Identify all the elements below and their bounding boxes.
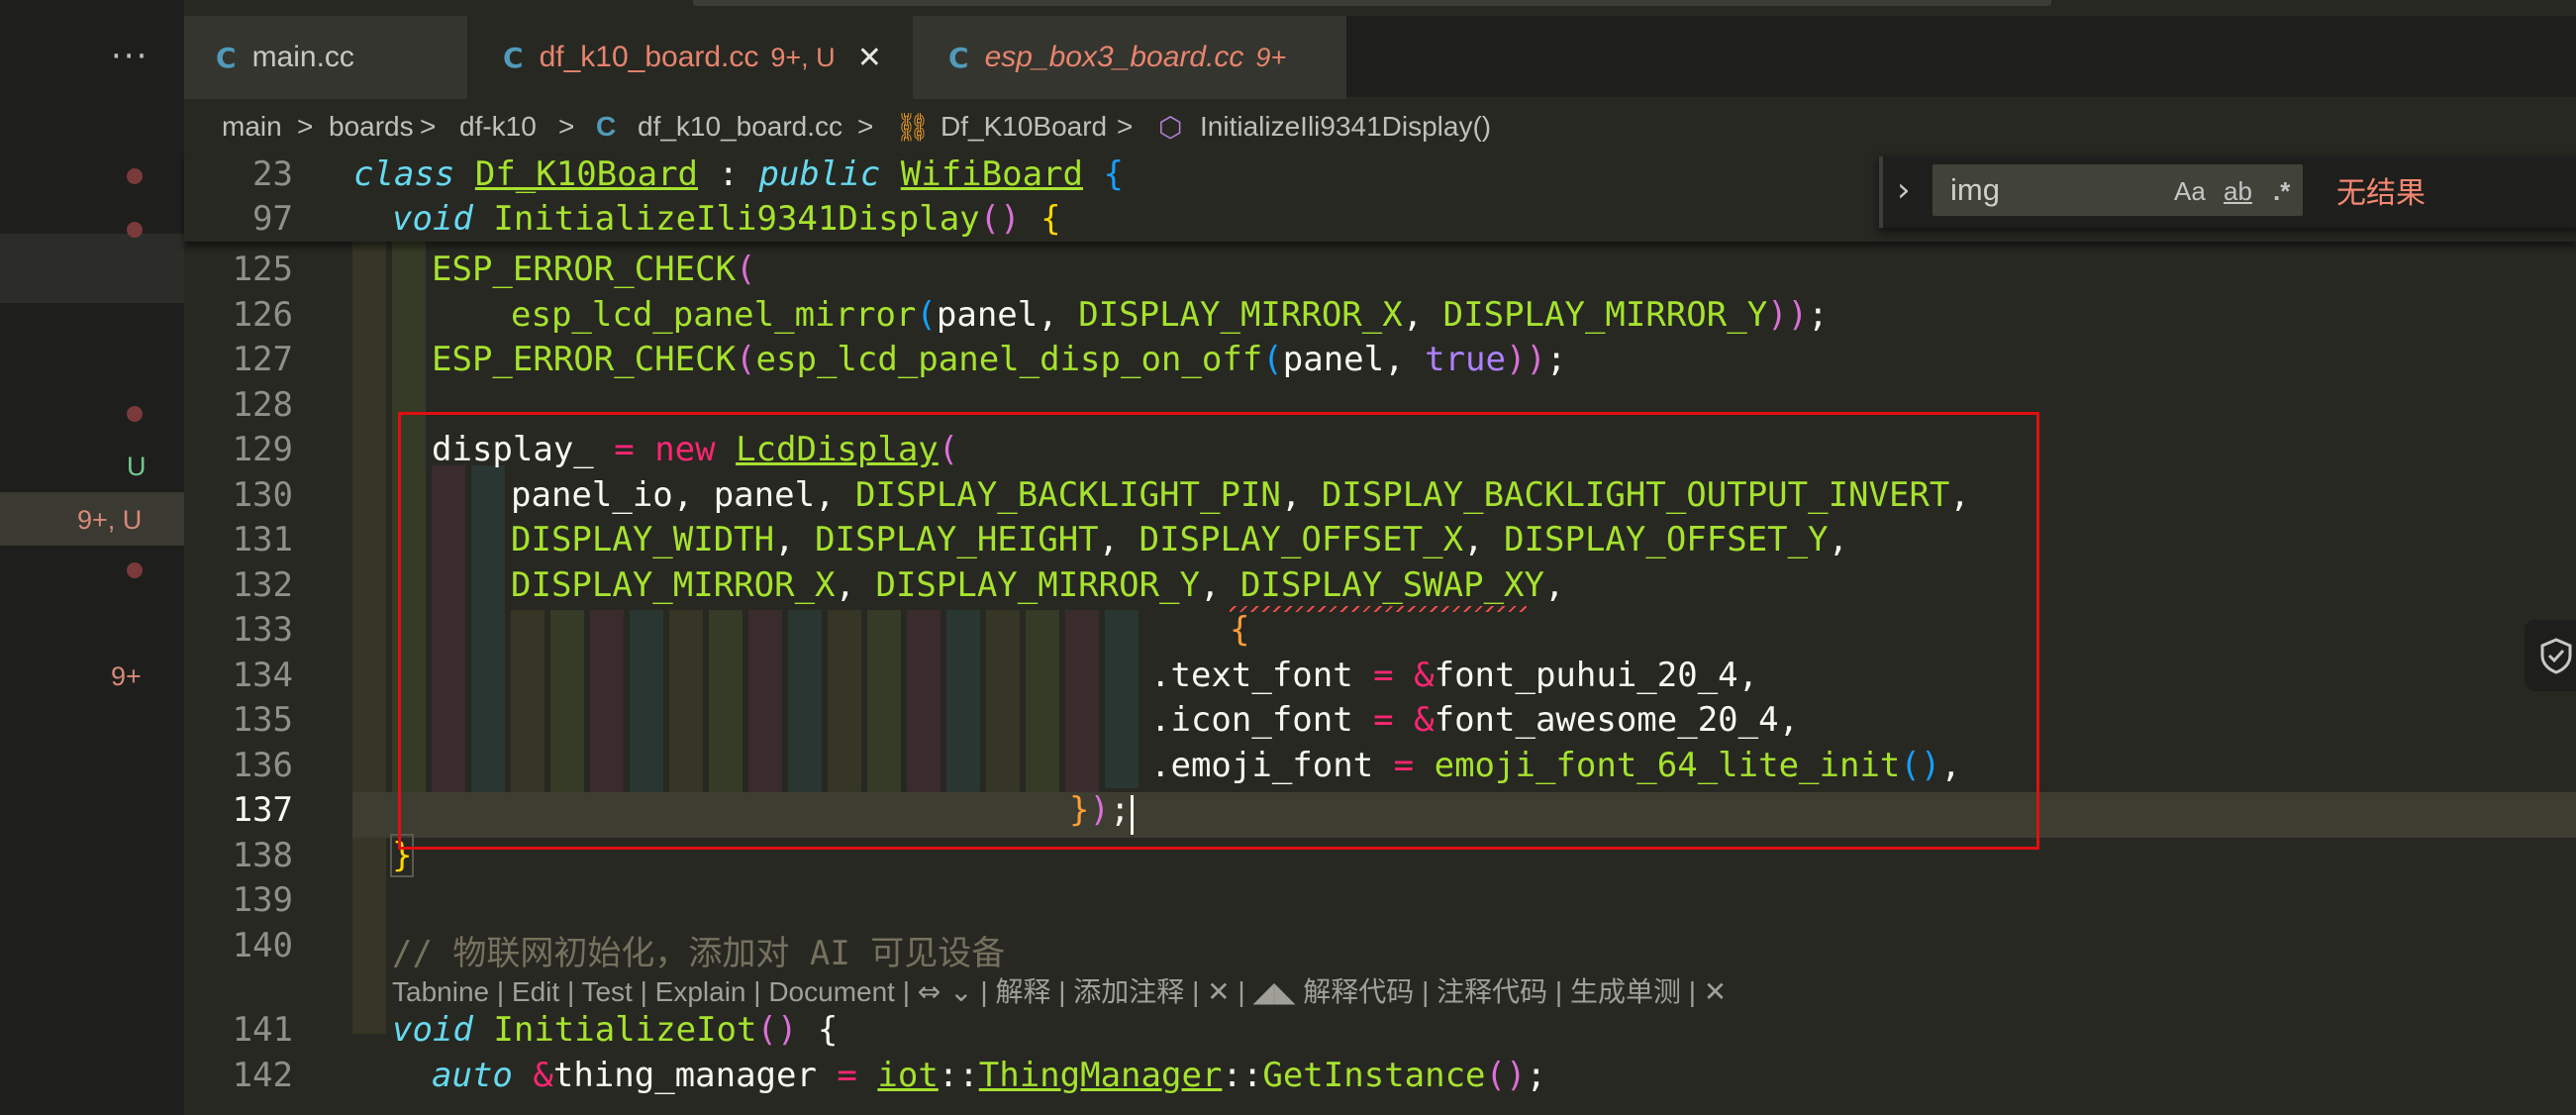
line-number: 127 xyxy=(232,340,293,379)
find-query: img xyxy=(1950,172,2000,207)
tab-label: main.cc xyxy=(251,41,354,73)
breadcrumb-separator: > xyxy=(1117,111,1134,142)
cpp-file-icon: C xyxy=(503,41,524,74)
line-number: 131 xyxy=(232,520,293,559)
line-number: 130 xyxy=(232,475,293,515)
find-input[interactable]: img Aa ab .* xyxy=(1932,164,2303,216)
code-line-141[interactable]: void InitializeIot() { xyxy=(392,1010,838,1050)
line-number-current: 137 xyxy=(232,790,293,830)
tab-esp-box3-board-cc[interactable]: C esp_box3_board.cc 9+ xyxy=(913,16,1346,99)
breadcrumb-item-method[interactable]: InitializeIli9341Display() xyxy=(1200,111,1491,143)
whole-word-icon[interactable]: ab xyxy=(2224,176,2252,207)
tab-status: 9+, U xyxy=(770,42,836,72)
code-line-126[interactable]: esp_lcd_panel_mirror(panel, DISPLAY_MIRR… xyxy=(511,295,1829,335)
line-number: 138 xyxy=(232,836,293,875)
breadcrumb-item-main[interactable]: main xyxy=(222,111,282,143)
close-icon[interactable]: ✕ xyxy=(1704,975,1727,1008)
breadcrumb-separator: > xyxy=(297,111,314,142)
line-number: 125 xyxy=(232,250,293,289)
scm-status-untracked: U xyxy=(127,452,147,481)
indent-guide xyxy=(352,242,386,1034)
scm-status-problems-untracked: 9+, U xyxy=(77,505,143,535)
assistant-logo-icon: ◢◣ xyxy=(1252,975,1296,1008)
line-number: 129 xyxy=(232,430,293,469)
codelens-actions[interactable]: Tabnine | Edit | Test | Explain | Docume… xyxy=(392,970,1727,1010)
match-case-icon[interactable]: Aa xyxy=(2174,176,2206,207)
code-line-127[interactable]: ESP_ERROR_CHECK(esp_lcd_panel_disp_on_of… xyxy=(432,340,1566,379)
breadcrumb-separator: > xyxy=(857,111,874,142)
tab-main-cc[interactable]: C main.cc xyxy=(184,16,467,99)
cpp-file-icon: C xyxy=(948,41,969,74)
highlight-box xyxy=(398,412,2039,850)
tab-status: 9+ xyxy=(1255,42,1287,72)
sticky-line-method[interactable]: void InitializeIli9341Display() { xyxy=(392,199,1061,239)
line-number: 133 xyxy=(232,610,293,650)
link-icon[interactable]: ⇔ ⌄ xyxy=(918,975,973,1008)
tab-df-k10-board-cc[interactable]: C df_k10_board.cc 9+, U ✕ xyxy=(467,16,913,99)
code-line-125[interactable]: ESP_ERROR_CHECK( xyxy=(432,250,756,289)
breadcrumb-item-file[interactable]: df_k10_board.cc xyxy=(638,111,842,143)
find-widget: › img Aa ab .* 无结果 xyxy=(1879,156,2576,228)
line-number: 141 xyxy=(232,1010,293,1050)
cpp-file-icon: C xyxy=(596,111,617,142)
sticky-line-number: 23 xyxy=(252,154,293,194)
breadcrumb-item-class[interactable]: Df_K10Board xyxy=(941,111,1107,143)
modified-dot-icon xyxy=(127,406,143,422)
breadcrumb-separator: > xyxy=(558,111,575,142)
line-number: 128 xyxy=(232,385,293,425)
sidebar-band xyxy=(0,234,184,303)
line-number: 132 xyxy=(232,565,293,605)
modified-dot-icon xyxy=(127,222,143,238)
line-number: 134 xyxy=(232,656,293,695)
breadcrumb-item-df-k10[interactable]: df-k10 xyxy=(459,111,537,143)
line-number: 136 xyxy=(232,746,293,785)
cpp-file-icon: C xyxy=(216,41,237,74)
breadcrumb-separator: > xyxy=(420,111,437,142)
copilot-shield-icon[interactable] xyxy=(2525,620,2576,691)
method-symbol-icon: ⬡ xyxy=(1158,112,1183,143)
line-number: 135 xyxy=(232,700,293,740)
line-number: 142 xyxy=(232,1056,293,1095)
breadcrumb: main > boards > df-k10 > C df_k10_board.… xyxy=(184,99,2576,154)
title-strip xyxy=(693,0,2051,6)
more-actions-icon[interactable]: ··· xyxy=(111,40,149,73)
close-icon[interactable]: ✕ xyxy=(1207,975,1230,1008)
tab-close-icon[interactable]: ✕ xyxy=(857,41,882,75)
explorer-sidebar: U 9+, U 9+ xyxy=(0,0,184,1115)
tab-label: esp_box3_board.cc xyxy=(984,41,1244,73)
toggle-replace-icon[interactable]: › xyxy=(1897,170,1911,210)
line-number: 126 xyxy=(232,295,293,335)
tab-label: df_k10_board.cc xyxy=(539,41,759,73)
line-number: 140 xyxy=(232,926,293,965)
line-number: 139 xyxy=(232,880,293,920)
class-symbol-icon: ⛓ xyxy=(895,112,931,143)
scm-status-problems: 9+ xyxy=(111,661,142,691)
code-line-142[interactable]: auto &thing_manager = iot::ThingManager:… xyxy=(432,1056,1546,1095)
modified-dot-icon xyxy=(127,168,143,184)
code-line-140[interactable]: // 物联网初始化，添加对 AI 可见设备 xyxy=(392,926,1005,974)
modified-dot-icon xyxy=(127,562,143,578)
find-result-status: 无结果 xyxy=(2336,177,2426,210)
sticky-line-number: 97 xyxy=(252,199,293,239)
breadcrumb-item-boards[interactable]: boards xyxy=(329,111,414,143)
regex-icon[interactable]: .* xyxy=(2273,176,2290,207)
sticky-line-class[interactable]: class Df_K10Board : public WifiBoard { xyxy=(353,154,1124,194)
